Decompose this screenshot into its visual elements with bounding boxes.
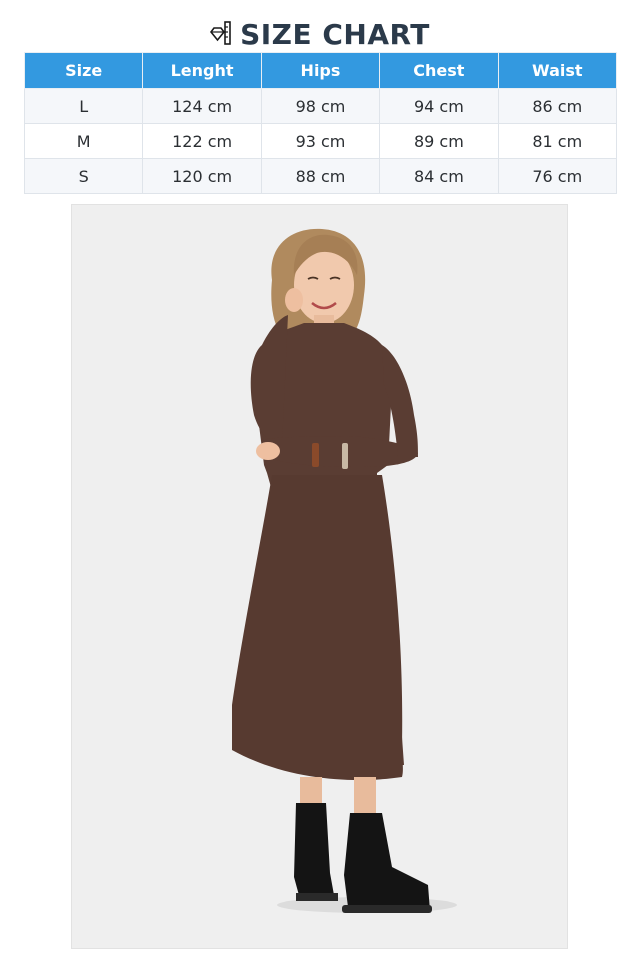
model-photo	[71, 204, 568, 949]
cell-chest: 89 cm	[379, 123, 499, 159]
cell-chest: 84 cm	[379, 158, 499, 194]
header-waist: Waist	[497, 52, 618, 89]
cell-waist: 81 cm	[497, 123, 618, 159]
table-row: L 124 cm 98 cm 94 cm 86 cm	[23, 88, 618, 124]
table-row: S 120 cm 88 cm 84 cm 76 cm	[23, 158, 618, 194]
cell-hips: 93 cm	[260, 123, 381, 159]
cell-length: 122 cm	[142, 123, 262, 159]
cell-length: 124 cm	[142, 88, 262, 124]
cell-waist: 76 cm	[497, 158, 618, 194]
cell-hips: 98 cm	[260, 88, 381, 124]
header-size: Size	[23, 52, 144, 89]
cell-waist: 86 cm	[497, 88, 618, 124]
cell-hips: 88 cm	[260, 158, 381, 194]
table-header-row: Size Lenght Hips Chest Waist	[23, 52, 618, 89]
title-text: SIZE CHART	[240, 17, 430, 51]
cell-chest: 94 cm	[379, 88, 499, 124]
cell-size: L	[23, 88, 144, 124]
header-chest: Chest	[379, 52, 499, 89]
header-length: Lenght	[142, 52, 262, 89]
cell-length: 120 cm	[142, 158, 262, 194]
size-chart-title: SIZE CHART	[0, 14, 640, 54]
header-hips: Hips	[260, 52, 381, 89]
table-row: M 122 cm 93 cm 89 cm 81 cm	[23, 123, 618, 159]
size-table: Size Lenght Hips Chest Waist L 124 cm 98…	[23, 52, 618, 194]
cell-size: M	[23, 123, 144, 159]
diamond-ruler-icon	[210, 20, 232, 48]
model-illustration	[72, 205, 567, 948]
cell-size: S	[23, 158, 144, 194]
